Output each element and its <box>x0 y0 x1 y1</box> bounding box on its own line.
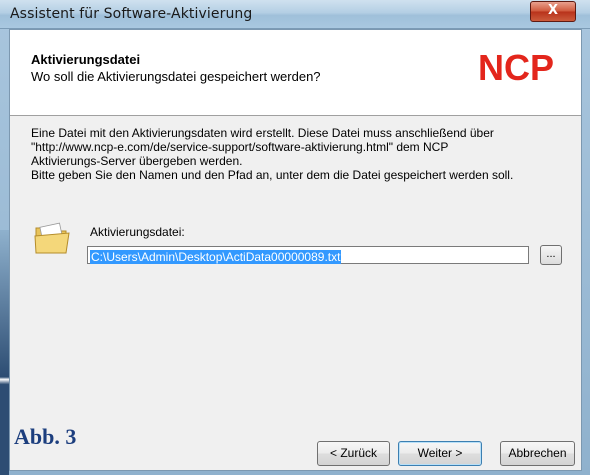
description-line: Aktivierungs-Server übergeben werden. <box>31 154 243 168</box>
window-title: Assistent für Software-Aktivierung <box>10 6 253 22</box>
activation-file-path-input[interactable]: C:\Users\Admin\Desktop\ActiData00000089.… <box>87 246 529 264</box>
selected-path-text: C:\Users\Admin\Desktop\ActiData00000089.… <box>90 250 342 264</box>
activation-file-label: Aktivierungsdatei: <box>90 225 185 239</box>
dialog-window: Assistent für Software-Aktivierung X Akt… <box>0 0 590 475</box>
folder-icon <box>34 222 70 254</box>
logo-text: NCP <box>478 49 554 85</box>
description-line: "http://www.ncp-e.com/de/service-support… <box>31 140 449 154</box>
back-button[interactable]: < Zurück <box>317 441 390 466</box>
title-bar[interactable]: Assistent für Software-Aktivierung X <box>0 0 590 29</box>
page-subtitle: Wo soll die Aktivierungsdatei gespeicher… <box>31 69 321 84</box>
desktop-background-strip <box>0 230 9 475</box>
description-line: Bitte geben Sie den Namen und den Pfad a… <box>31 168 514 182</box>
dialog-client-area: Aktivierungsdatei Wo soll die Aktivierun… <box>9 29 582 471</box>
figure-caption: Abb. 3 <box>14 424 77 449</box>
next-button[interactable]: Weiter > <box>398 441 482 466</box>
page-title: Aktivierungsdatei <box>31 52 141 67</box>
description-line: Eine Datei mit den Aktivierungsdaten wir… <box>31 126 494 140</box>
cancel-button[interactable]: Abbrechen <box>500 441 575 466</box>
wizard-header: Aktivierungsdatei Wo soll die Aktivierun… <box>10 30 581 116</box>
description-text: Eine Datei mit den Aktivierungsdaten wir… <box>31 126 571 182</box>
ncp-logo: NCP <box>478 49 554 85</box>
browse-button[interactable]: ... <box>540 245 562 265</box>
close-button[interactable]: X <box>530 1 576 22</box>
